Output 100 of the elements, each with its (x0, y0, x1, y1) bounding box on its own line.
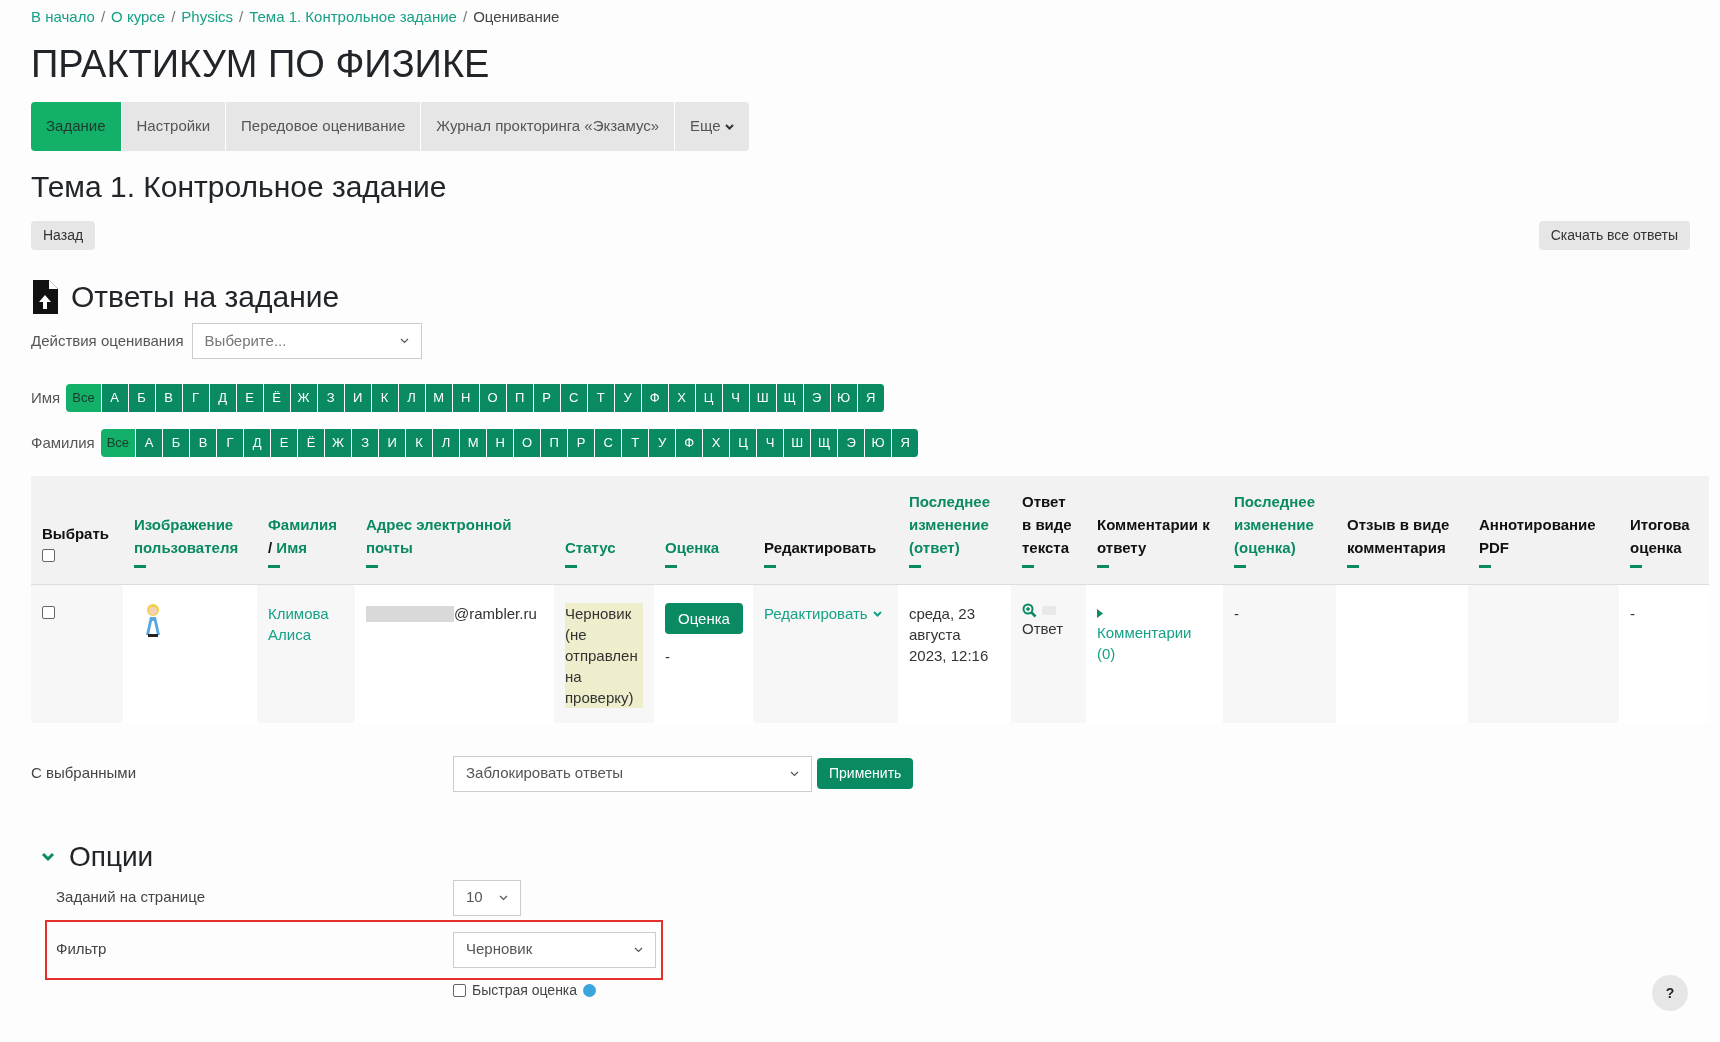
collapse-icon[interactable] (1479, 565, 1491, 568)
letter-filter-button[interactable]: К (371, 384, 399, 412)
letter-filter-button[interactable]: Е (236, 384, 264, 412)
tab[interactable]: Журнал прокторинга «Экзамус» (421, 102, 676, 151)
letter-filter-button[interactable]: Я (892, 429, 920, 457)
letter-filter-button[interactable]: Д (244, 429, 272, 457)
checkbox[interactable] (42, 606, 55, 619)
letter-filter-button[interactable]: К (406, 429, 434, 457)
sort-link[interactable]: Адрес электронной почты (366, 513, 543, 559)
letter-filter-button[interactable]: Я (857, 384, 885, 412)
letter-filter-button[interactable]: Ф (676, 429, 704, 457)
collapse-icon[interactable] (366, 565, 378, 568)
collapse-icon[interactable] (1097, 565, 1109, 568)
collapse-icon[interactable] (565, 565, 577, 568)
edit-menu-link[interactable]: Редактировать (764, 603, 868, 624)
letter-filter-button[interactable]: Б (163, 429, 191, 457)
letter-filter-button[interactable]: Х (668, 384, 696, 412)
letter-filter-button[interactable]: Л (398, 384, 426, 412)
letter-filter-button[interactable]: Т (622, 429, 650, 457)
letter-filter-button[interactable]: В (155, 384, 183, 412)
apply-button[interactable]: Применить (817, 758, 914, 789)
letter-filter-button[interactable]: З (352, 429, 380, 457)
letter-filter-button[interactable]: Г (182, 384, 210, 412)
collapse-icon[interactable] (134, 565, 146, 568)
zoom-in-icon[interactable] (1022, 603, 1037, 618)
bulk-action-select[interactable]: Заблокировать ответы (453, 755, 812, 792)
collapse-icon[interactable] (909, 565, 921, 568)
tab[interactable]: Настройки (121, 102, 227, 151)
letter-filter-button[interactable]: Щ (776, 384, 804, 412)
letter-filter-button[interactable]: А (101, 384, 129, 412)
sort-link[interactable]: Имя (276, 539, 307, 556)
tab[interactable]: Задание (31, 102, 122, 151)
letter-filter-button[interactable]: Ш (749, 384, 777, 412)
letter-filter-button[interactable]: Ч (722, 384, 750, 412)
collapse-icon[interactable] (1022, 565, 1034, 568)
letter-filter-button[interactable]: Ч (757, 429, 785, 457)
letter-filter-button[interactable]: Все (100, 429, 137, 457)
letter-filter-button[interactable]: Л (433, 429, 461, 457)
letter-filter-button[interactable]: Ё (263, 384, 291, 412)
collapse-icon[interactable] (1630, 565, 1642, 568)
tab[interactable]: Передовое оценивание (226, 102, 422, 151)
letter-filter-button[interactable]: Г (217, 429, 245, 457)
letter-filter-button[interactable]: Х (703, 429, 731, 457)
letter-filter-button[interactable]: Р (533, 384, 561, 412)
letter-filter-button[interactable]: Ё (298, 429, 326, 457)
letter-filter-button[interactable]: Ю (865, 429, 893, 457)
letter-filter-button[interactable]: И (379, 429, 407, 457)
select-field[interactable]: Черновик (453, 931, 656, 968)
collapse-icon[interactable] (764, 565, 776, 568)
letter-filter-button[interactable]: Ц (695, 384, 723, 412)
sort-link[interactable]: Оценка (665, 536, 742, 559)
letter-filter-button[interactable]: У (649, 429, 677, 457)
letter-filter-button[interactable]: М (460, 429, 488, 457)
letter-filter-button[interactable]: Щ (811, 429, 839, 457)
letter-filter-button[interactable]: П (541, 429, 569, 457)
collapse-icon[interactable] (268, 565, 280, 568)
letter-filter-button[interactable]: Т (587, 384, 615, 412)
letter-filter-button[interactable]: Ж (325, 429, 353, 457)
letter-filter-button[interactable]: О (514, 429, 542, 457)
letter-filter-button[interactable]: Э (838, 429, 866, 457)
checkbox[interactable] (42, 549, 55, 562)
letter-filter-button[interactable]: Н (487, 429, 515, 457)
letter-filter-button[interactable]: Ф (641, 384, 669, 412)
letter-filter-button[interactable]: С (595, 429, 623, 457)
letter-filter-button[interactable]: Э (803, 384, 831, 412)
download-button[interactable]: Скачать все ответы (1538, 221, 1690, 250)
letter-filter-button[interactable]: П (506, 384, 534, 412)
letter-filter-button[interactable]: В (190, 429, 218, 457)
letter-filter-button[interactable]: Все (66, 384, 102, 412)
breadcrumb-link[interactable]: Physics (181, 5, 233, 29)
letter-filter-button[interactable]: О (479, 384, 507, 412)
letter-filter-button[interactable]: Н (452, 384, 480, 412)
grading-action-select[interactable]: Выберите... (191, 323, 422, 359)
letter-filter-button[interactable]: У (614, 384, 642, 412)
chevron-down-icon[interactable] (41, 851, 55, 862)
letter-filter-button[interactable]: С (560, 384, 588, 412)
letter-filter-button[interactable]: И (344, 384, 372, 412)
help-button[interactable]: ? (1652, 975, 1688, 1011)
sort-link[interactable]: Последнее изменение (оценка) (1234, 490, 1325, 559)
sort-link[interactable]: Последнее изменение (ответ) (909, 490, 1000, 559)
letter-filter-button[interactable]: Д (209, 384, 237, 412)
letter-filter-button[interactable]: Е (271, 429, 299, 457)
sort-link[interactable]: Изображение пользователя (134, 513, 246, 559)
collapse-icon[interactable] (665, 565, 677, 568)
letter-filter-button[interactable]: З (317, 384, 345, 412)
breadcrumb-link[interactable]: Тема 1. Контрольное задание (249, 5, 457, 29)
letter-filter-button[interactable]: Ю (830, 384, 858, 412)
expand-icon[interactable] (1097, 609, 1103, 618)
more-dropdown[interactable]: Еще (675, 102, 750, 151)
checkbox[interactable] (453, 983, 466, 997)
select-field[interactable]: 10 (453, 879, 521, 916)
sort-link[interactable]: Статус (565, 536, 643, 559)
letter-filter-button[interactable]: М (425, 384, 453, 412)
letter-filter-button[interactable]: А (136, 429, 164, 457)
help-icon[interactable] (583, 983, 597, 997)
collapse-icon[interactable] (1347, 565, 1359, 568)
letter-filter-button[interactable]: Ц (730, 429, 758, 457)
collapse-icon[interactable] (1234, 565, 1246, 568)
letter-filter-button[interactable]: Ж (290, 384, 318, 412)
grade-button[interactable]: Оценка (665, 603, 743, 634)
